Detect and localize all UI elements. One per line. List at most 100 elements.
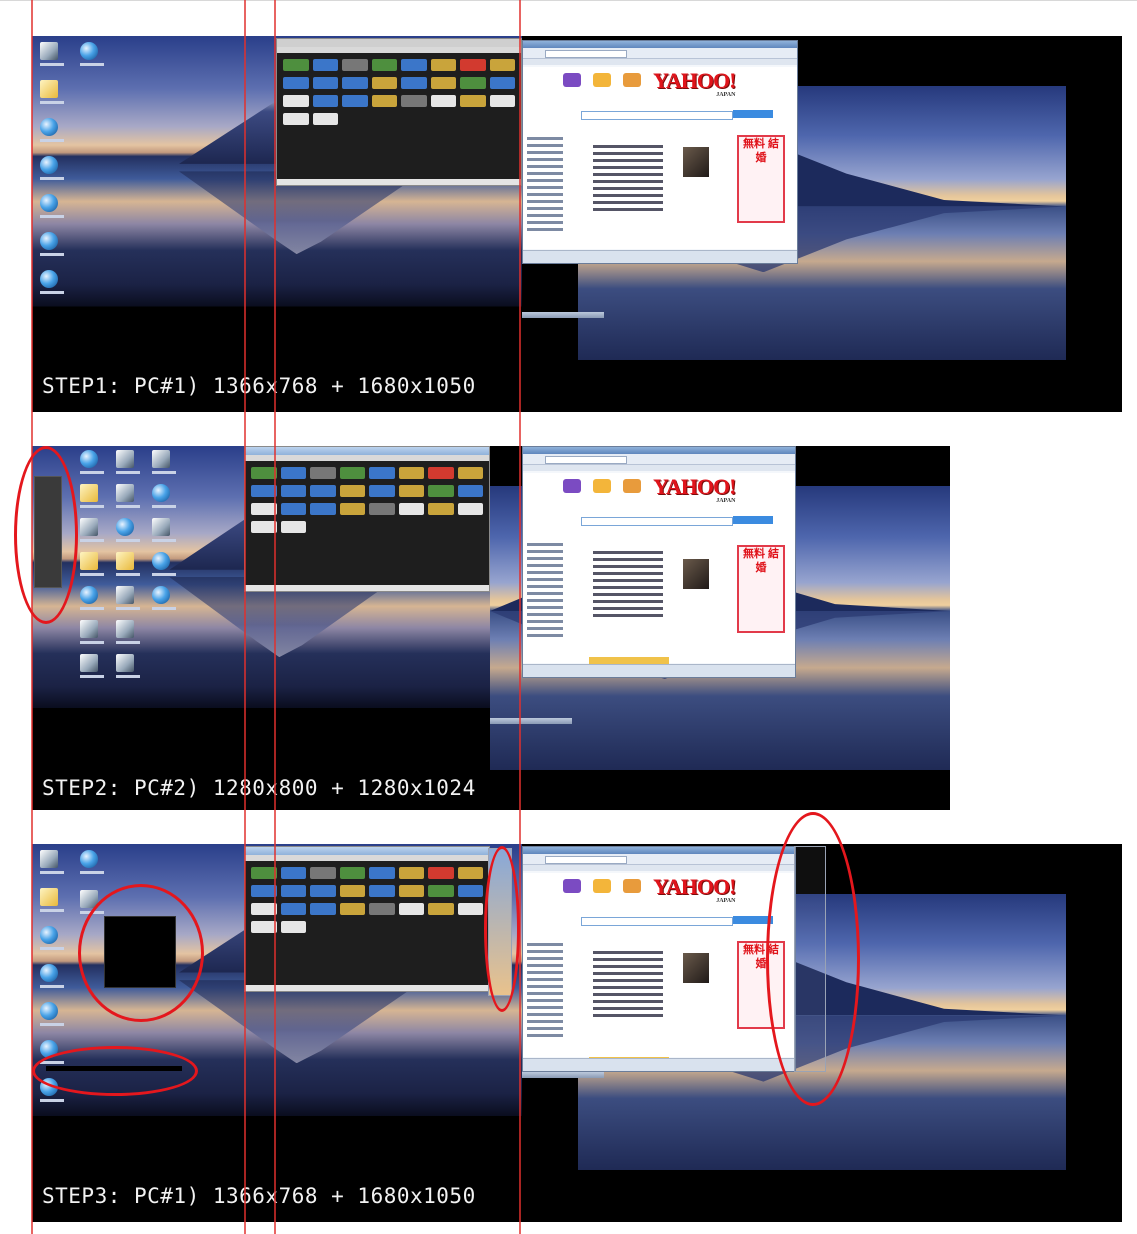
app-icon[interactable] bbox=[310, 867, 336, 879]
app-icon[interactable] bbox=[457, 467, 483, 479]
save-icon[interactable] bbox=[116, 586, 140, 610]
news-list[interactable] bbox=[593, 951, 663, 1017]
app-icon[interactable] bbox=[310, 903, 336, 915]
app-icon[interactable] bbox=[339, 867, 365, 879]
explorer-window[interactable] bbox=[244, 846, 490, 992]
program-icon[interactable] bbox=[80, 518, 104, 542]
favorites-bar[interactable] bbox=[523, 465, 795, 471]
mail-icon[interactable] bbox=[80, 654, 104, 678]
window-titlebar[interactable] bbox=[245, 847, 489, 855]
ad-banner[interactable]: 無料 結婚 bbox=[737, 545, 785, 633]
floating-taskbar[interactable] bbox=[522, 312, 604, 318]
app-icon[interactable] bbox=[398, 903, 424, 915]
app-icon[interactable] bbox=[398, 885, 424, 897]
program-icon[interactable] bbox=[116, 654, 140, 678]
address-bar[interactable] bbox=[523, 454, 795, 465]
browser-titlebar[interactable] bbox=[523, 447, 795, 454]
app-icon[interactable] bbox=[398, 485, 424, 497]
program-icon[interactable] bbox=[116, 518, 140, 542]
search-button[interactable] bbox=[733, 110, 773, 118]
yahoo-logo[interactable]: YAHOO! JAPAN bbox=[653, 70, 736, 99]
app-icon[interactable] bbox=[489, 77, 515, 89]
folder-icon[interactable] bbox=[80, 552, 104, 576]
document-icon[interactable] bbox=[116, 620, 140, 644]
app-icon[interactable] bbox=[428, 867, 454, 879]
app-icon[interactable] bbox=[430, 95, 456, 107]
globe-icon[interactable] bbox=[80, 450, 104, 474]
category-menu[interactable] bbox=[527, 943, 563, 1037]
app-icon[interactable] bbox=[457, 885, 483, 897]
search-button[interactable] bbox=[733, 516, 773, 524]
app-icon[interactable] bbox=[280, 467, 306, 479]
app-icon[interactable] bbox=[369, 467, 395, 479]
app-icon[interactable] bbox=[283, 113, 309, 125]
app-icon[interactable] bbox=[401, 95, 427, 107]
app-icon[interactable] bbox=[369, 503, 395, 515]
app-icon[interactable] bbox=[369, 867, 395, 879]
app-icon[interactable] bbox=[251, 503, 277, 515]
app-icon[interactable] bbox=[460, 59, 486, 71]
program-icon[interactable] bbox=[40, 270, 64, 294]
image-icon[interactable] bbox=[116, 484, 140, 508]
app-icon[interactable] bbox=[342, 77, 368, 89]
app-icon[interactable] bbox=[398, 467, 424, 479]
app-icon[interactable] bbox=[283, 59, 309, 71]
app-icon[interactable] bbox=[339, 485, 365, 497]
app-icon[interactable] bbox=[369, 485, 395, 497]
app-icon[interactable] bbox=[339, 503, 365, 515]
address-bar[interactable] bbox=[523, 854, 795, 865]
floating-taskbar[interactable] bbox=[522, 1072, 604, 1078]
app-icon[interactable] bbox=[251, 885, 277, 897]
globe-icon[interactable] bbox=[80, 850, 104, 874]
app-icon[interactable] bbox=[310, 885, 336, 897]
network-icon[interactable] bbox=[40, 926, 64, 950]
app-icon[interactable] bbox=[280, 903, 306, 915]
search-input[interactable] bbox=[581, 517, 733, 526]
app-icon[interactable] bbox=[280, 921, 306, 933]
yahoo-logo[interactable]: YAHOO! JAPAN bbox=[653, 876, 736, 905]
app-icon[interactable] bbox=[428, 903, 454, 915]
browser-titlebar[interactable] bbox=[523, 847, 795, 854]
app-icon[interactable] bbox=[430, 77, 456, 89]
app-icon[interactable] bbox=[460, 77, 486, 89]
app-icon[interactable] bbox=[398, 503, 424, 515]
category-menu[interactable] bbox=[527, 543, 563, 637]
app-icon[interactable] bbox=[401, 59, 427, 71]
app-icon[interactable] bbox=[251, 921, 277, 933]
app-icon[interactable] bbox=[342, 95, 368, 107]
app-icon[interactable] bbox=[312, 113, 338, 125]
app-icon[interactable] bbox=[398, 867, 424, 879]
app-icon[interactable] bbox=[371, 95, 397, 107]
search-input[interactable] bbox=[581, 917, 733, 926]
window-titlebar[interactable] bbox=[277, 39, 521, 47]
app-icon[interactable] bbox=[280, 885, 306, 897]
app-icon[interactable] bbox=[283, 95, 309, 107]
news-photo[interactable] bbox=[683, 559, 709, 589]
app-icon[interactable] bbox=[457, 867, 483, 879]
app-icon[interactable] bbox=[369, 903, 395, 915]
app-icon[interactable] bbox=[280, 867, 306, 879]
app-icon[interactable] bbox=[428, 467, 454, 479]
news-list[interactable] bbox=[593, 551, 663, 617]
globe-icon[interactable] bbox=[152, 552, 176, 576]
app-icon[interactable] bbox=[251, 485, 277, 497]
program-icon[interactable] bbox=[40, 194, 64, 218]
app-icon[interactable] bbox=[339, 467, 365, 479]
document-icon[interactable] bbox=[116, 450, 140, 474]
network-icon[interactable] bbox=[40, 118, 64, 142]
search-input[interactable] bbox=[581, 111, 733, 120]
program-icon[interactable] bbox=[40, 1002, 64, 1026]
yahoo-logo[interactable]: YAHOO! JAPAN bbox=[653, 476, 736, 505]
app-icon[interactable] bbox=[310, 485, 336, 497]
globe-icon[interactable] bbox=[80, 42, 104, 66]
news-list[interactable] bbox=[593, 145, 663, 211]
app-icon[interactable] bbox=[428, 503, 454, 515]
app-icon[interactable] bbox=[457, 503, 483, 515]
recycle-bin-icon[interactable] bbox=[40, 42, 64, 66]
favorites-bar[interactable] bbox=[523, 865, 795, 871]
app-icon[interactable] bbox=[489, 95, 515, 107]
ad-banner[interactable]: 無料 結婚 bbox=[737, 135, 785, 223]
app-icon[interactable] bbox=[369, 885, 395, 897]
app-icon[interactable] bbox=[280, 485, 306, 497]
app-icon[interactable] bbox=[457, 485, 483, 497]
